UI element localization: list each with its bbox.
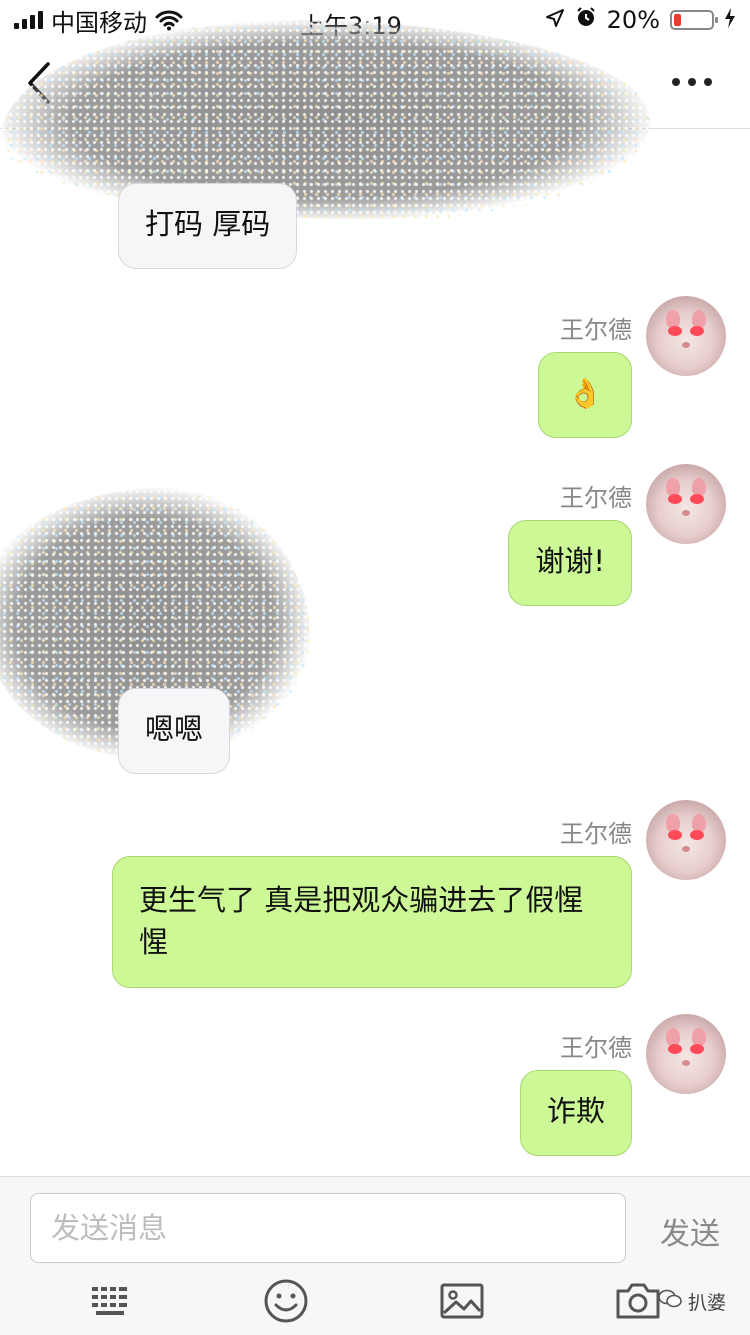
message-text: 谢谢!: [535, 544, 605, 578]
sender-name: 王尔德: [560, 316, 632, 344]
composer: 发送: [0, 1176, 750, 1335]
carrier-label: 中国移动: [51, 8, 147, 37]
message-bubble-me: 谢谢!: [508, 520, 632, 606]
message-bubble-other: 嗯嗯: [118, 688, 231, 774]
sender-name: 王尔德: [560, 820, 632, 848]
alarm-icon: [575, 6, 597, 34]
sender-name: 王尔德: [560, 484, 632, 512]
message-text: 诈欺: [546, 1094, 605, 1128]
signal-icon: [14, 11, 43, 29]
message-text: 嗯嗯: [145, 712, 204, 746]
sender-name: 王尔德: [560, 1034, 632, 1062]
avatar[interactable]: [646, 1014, 726, 1094]
watermark-text: 扒婆: [687, 1292, 726, 1314]
avatar[interactable]: [646, 296, 726, 376]
message-bubble-me: 👌: [538, 352, 632, 438]
keyboard-icon[interactable]: [86, 1277, 134, 1325]
location-arrow-icon: [545, 6, 565, 34]
camera-icon[interactable]: [614, 1277, 662, 1325]
message-text: 打码 厚码: [145, 207, 271, 241]
more-dot: [672, 78, 680, 86]
more-button[interactable]: [672, 70, 720, 94]
avatar[interactable]: [646, 800, 726, 880]
ok-hand-emoji: 👌: [566, 376, 604, 410]
message-input[interactable]: [30, 1193, 626, 1263]
status-left: 中国移动: [0, 3, 183, 38]
message-text: 更生气了 真是把观众骗进去了假惺惺: [139, 883, 584, 959]
message-bubble-me: 更生气了 真是把观众骗进去了假惺惺: [112, 856, 632, 988]
message-bubble-other: 打码 厚码: [118, 183, 298, 269]
wechat-logo-icon: [658, 1289, 682, 1314]
more-dot: [688, 78, 696, 86]
watermark: 扒婆: [658, 1288, 726, 1315]
battery-level: [674, 14, 681, 26]
more-dot: [704, 78, 712, 86]
send-button[interactable]: 发送: [660, 1209, 720, 1253]
charging-icon: [724, 6, 736, 34]
wifi-icon: [155, 9, 183, 31]
emoji-icon[interactable]: [262, 1277, 310, 1325]
status-right: 20%: [545, 6, 750, 34]
battery-percent: 20%: [606, 6, 660, 34]
battery-icon: [670, 10, 718, 30]
image-icon[interactable]: [438, 1277, 486, 1325]
avatar[interactable]: [646, 464, 726, 544]
message-bubble-me: 诈欺: [519, 1070, 632, 1156]
